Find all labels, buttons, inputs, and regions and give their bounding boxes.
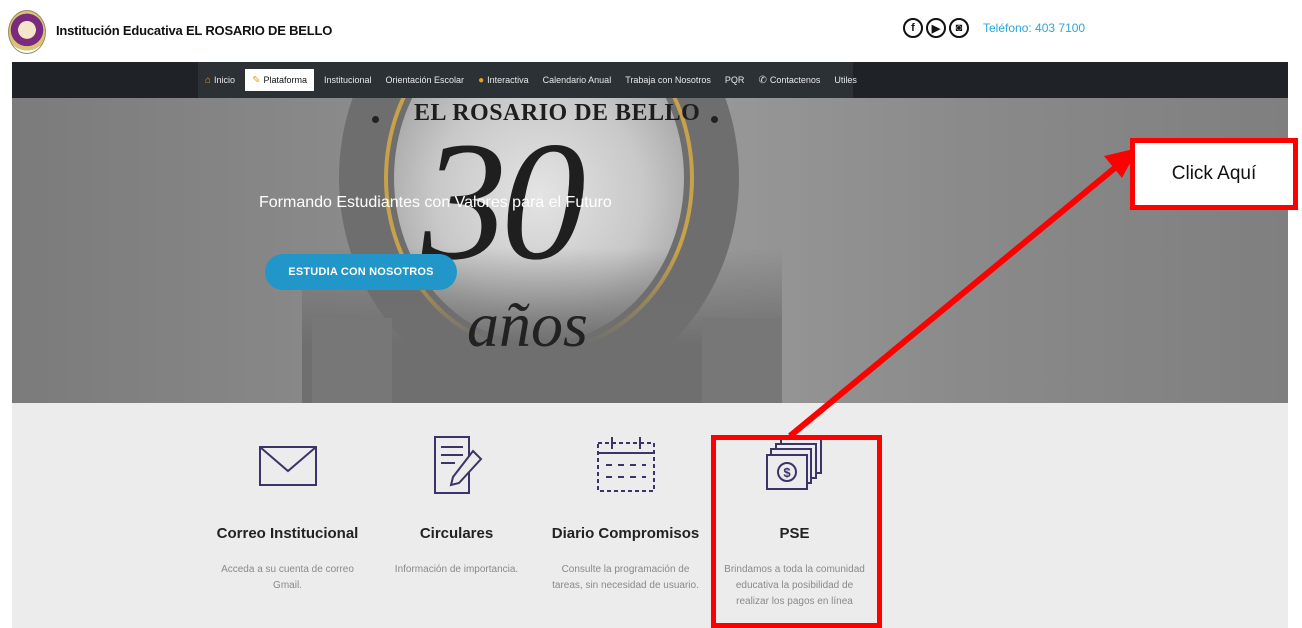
nav-item-inicio[interactable]: ⌂ Inicio: [198, 62, 242, 98]
services-section: Correo Institucional Acceda a su cuenta …: [12, 403, 1288, 628]
nav-item-pqr[interactable]: PQR: [718, 62, 752, 98]
service-diario-compromisos[interactable]: Diario Compromisos Consulte la programac…: [543, 403, 708, 594]
youtube-icon[interactable]: ▶: [926, 18, 946, 38]
nav-item-label: Interactiva: [487, 75, 529, 85]
home-icon: ⌂: [205, 74, 212, 86]
calendar-icon: [596, 437, 655, 492]
nav-item-plataforma[interactable]: ✎ Plataforma: [245, 69, 314, 91]
estudia-con-nosotros-button[interactable]: ESTUDIA CON NOSOTROS: [265, 254, 457, 290]
nav-item-trabaja-con-nosotros[interactable]: Trabaja con Nosotros: [618, 62, 718, 98]
phone-icon: ✆: [758, 74, 767, 86]
service-description: Consulte la programación de tareas, sin …: [552, 564, 699, 591]
hero-banner: EL ROSARIO DE BELLO 30 años Formando Est…: [12, 98, 1288, 403]
service-title[interactable]: Diario Compromisos: [543, 525, 708, 542]
hero-tagline: Formando Estudiantes con Valores para el…: [259, 194, 612, 211]
nav-menu: ⌂ Inicio ✎ Plataforma Institucional Orie…: [198, 62, 857, 98]
document-edit-icon: [433, 436, 482, 494]
envelope-icon: [258, 446, 317, 486]
site-header: Institución Educativa EL ROSARIO DE BELL…: [0, 0, 1302, 62]
nav-item-label: PQR: [724, 75, 745, 85]
nav-item-utiles[interactable]: Utiles: [827, 62, 864, 98]
service-description: Acceda a su cuenta de correo Gmail.: [221, 564, 354, 591]
nav-item-label: Contactenos: [769, 75, 821, 85]
site-title[interactable]: Institución Educativa EL ROSARIO DE BELL…: [56, 23, 332, 38]
pencil-icon: ✎: [252, 74, 261, 86]
nav-item-contactenos[interactable]: ✆ Contactenos: [751, 62, 827, 98]
phone-number: Teléfono: 403 7100: [983, 21, 1086, 35]
click-aqui-callout: Click Aquí: [1130, 138, 1298, 210]
nav-item-label: Institucional: [323, 75, 372, 85]
service-description: Información de importancia.: [394, 564, 519, 575]
service-correo-institucional[interactable]: Correo Institucional Acceda a su cuenta …: [205, 403, 370, 594]
instagram-icon[interactable]: ◙: [949, 18, 969, 38]
nav-item-calendario-anual[interactable]: Calendario Anual: [536, 62, 619, 98]
nav-item-label: Utiles: [834, 75, 857, 85]
nav-item-label: Orientación Escolar: [385, 75, 465, 85]
service-title[interactable]: Correo Institucional: [205, 525, 370, 542]
nav-item-institucional[interactable]: Institucional: [317, 62, 379, 98]
brand-dot-right: [711, 116, 718, 123]
nav-item-interactiva[interactable]: ● Interactiva: [471, 62, 536, 98]
service-circulares[interactable]: Circulares Información de importancia.: [374, 403, 539, 578]
facebook-icon[interactable]: f: [903, 18, 923, 38]
nav-item-label: Inicio: [214, 75, 236, 85]
nav-item-label: Calendario Anual: [542, 75, 612, 85]
nav-item-orientacion-escolar[interactable]: Orientación Escolar: [379, 62, 472, 98]
social-links: f ▶ ◙: [903, 18, 969, 38]
lightbulb-icon: ●: [478, 74, 485, 86]
nav-item-label: Trabaja con Nosotros: [625, 75, 711, 85]
anniversary-years: años: [467, 289, 588, 360]
hero-drape-left: [312, 318, 392, 403]
hero-drape-right: [702, 318, 782, 403]
nav-item-label: Plataforma: [263, 75, 307, 85]
pse-highlight-box: [711, 435, 882, 628]
school-logo[interactable]: [8, 10, 46, 54]
main-nav: ⌂ Inicio ✎ Plataforma Institucional Orie…: [12, 62, 1288, 98]
service-title[interactable]: Circulares: [374, 525, 539, 542]
brand-dot-left: [372, 116, 379, 123]
